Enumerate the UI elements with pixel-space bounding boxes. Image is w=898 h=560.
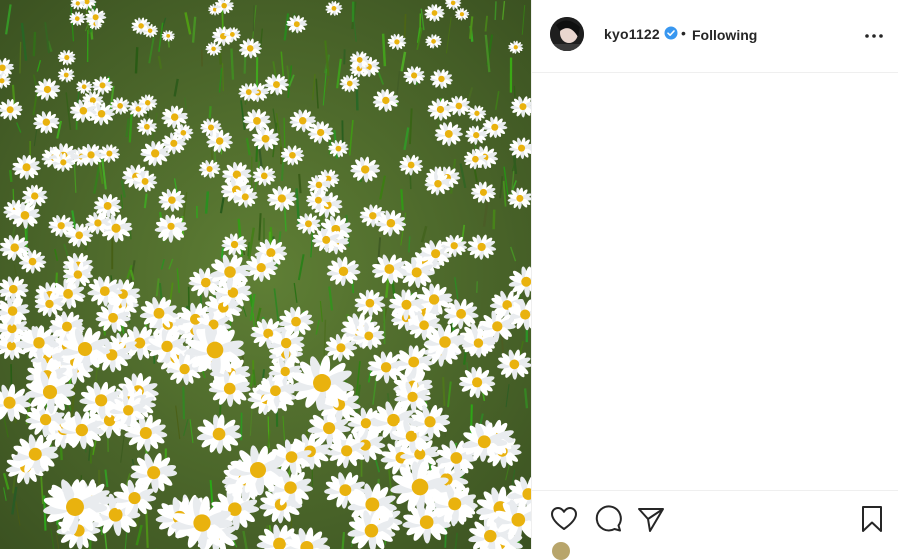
username[interactable]: kyo1122 [604, 26, 660, 42]
avatar[interactable] [550, 17, 584, 51]
bookmark-icon[interactable] [857, 504, 887, 534]
comments-area [532, 73, 898, 490]
comment-icon[interactable] [593, 504, 623, 534]
send-icon[interactable] [636, 504, 666, 534]
more-options-icon[interactable] [862, 24, 886, 48]
liker-avatar[interactable] [552, 542, 570, 560]
separator-dot: • [681, 25, 686, 41]
heart-icon[interactable] [549, 504, 579, 534]
daisy-field-photo [0, 0, 531, 549]
post-header: kyo1122 • Following [532, 0, 898, 73]
post-image[interactable] [0, 0, 531, 549]
action-bar [532, 490, 898, 549]
likes-row [552, 542, 570, 560]
following-button[interactable]: Following [692, 27, 757, 43]
verified-badge-icon [664, 26, 678, 40]
post-sidebar: kyo1122 • Following [531, 0, 898, 549]
